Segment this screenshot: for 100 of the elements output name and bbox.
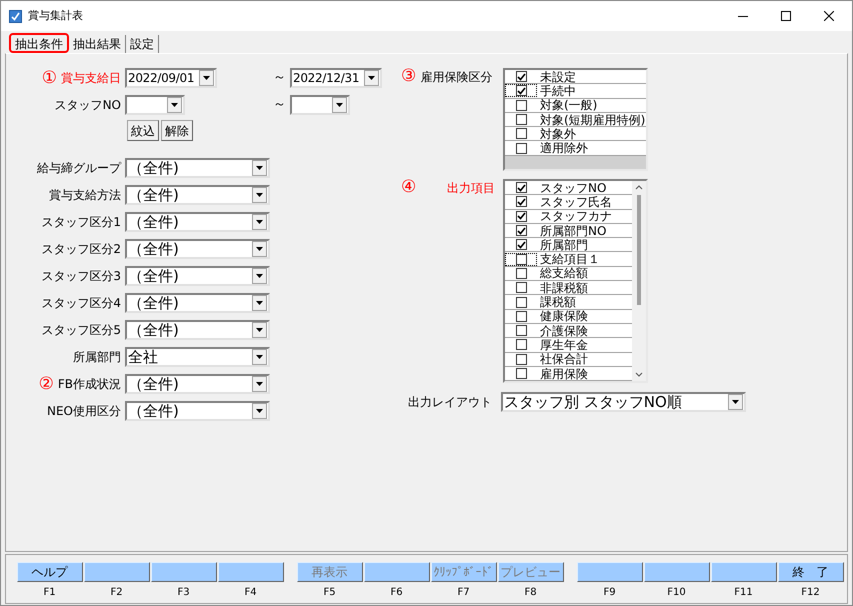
- maximize-icon[interactable]: [781, 11, 791, 21]
- checkbox[interactable]: [516, 310, 526, 322]
- checkbox[interactable]: [516, 210, 526, 222]
- close-icon[interactable]: [824, 11, 834, 21]
- range-separator: ～: [273, 69, 287, 88]
- function-key-button[interactable]: [710, 562, 776, 582]
- item-label: スタッフNO: [539, 182, 606, 194]
- list-item[interactable]: 社保合計: [505, 352, 632, 367]
- tab[interactable]: 抽出結果: [69, 35, 126, 53]
- item-label: 適用除外: [539, 142, 588, 154]
- item-label: 社保合計: [539, 353, 588, 366]
- function-key-button[interactable]: [576, 562, 642, 582]
- dropdown-field[interactable]: 2022/12/31: [290, 68, 382, 88]
- item-label: 対象外: [539, 128, 576, 140]
- scroll-thumb[interactable]: [637, 195, 641, 305]
- checkbox[interactable]: [516, 142, 526, 154]
- list-item[interactable]: 総支給額: [505, 266, 632, 282]
- function-key-button[interactable]: [218, 562, 284, 582]
- function-key-label: F11: [734, 586, 753, 600]
- list-item[interactable]: スタッフ氏名: [505, 195, 632, 210]
- list-item[interactable]: 介護保険: [505, 324, 632, 338]
- list-item[interactable]: 手続中: [505, 84, 646, 99]
- function-key-button[interactable]: [644, 562, 710, 582]
- checkbox[interactable]: [516, 268, 526, 279]
- dropdown-field[interactable]: スタッフ別 スタッフNO順: [501, 392, 746, 412]
- function-key-button[interactable]: [84, 562, 150, 582]
- checkbox[interactable]: [516, 225, 526, 236]
- item-label: 課税額: [539, 296, 576, 308]
- list-item[interactable]: 支給項目１: [505, 252, 632, 267]
- list-item[interactable]: 健康保険: [505, 310, 632, 324]
- dropdown-field[interactable]: （全件): [125, 239, 270, 259]
- function-key-label: F9: [603, 586, 616, 600]
- item-label: 健康保険: [539, 310, 588, 322]
- checkbox[interactable]: [516, 239, 526, 250]
- list-item[interactable]: スタッフカナ: [505, 210, 632, 224]
- checkbox[interactable]: [516, 196, 526, 208]
- checkbox[interactable]: [516, 282, 526, 294]
- list-item[interactable]: 所属部門NO: [505, 224, 632, 238]
- list-item[interactable]: 未設定: [505, 70, 646, 84]
- checkbox[interactable]: [516, 254, 526, 265]
- annotation-number: ②: [38, 376, 54, 392]
- function-key-label: F5: [323, 586, 336, 600]
- item-label: スタッフカナ: [539, 210, 612, 222]
- checkbox[interactable]: [516, 354, 526, 365]
- item-label: 対象(短期雇用特例): [539, 114, 646, 126]
- item-label: 所属部門: [539, 238, 588, 251]
- filter-button[interactable]: 紋込: [127, 120, 159, 141]
- field-label: FB作成状況: [58, 376, 121, 393]
- function-key-button[interactable]: [150, 562, 216, 582]
- app-icon: [9, 10, 22, 22]
- function-key-label: F3: [177, 586, 190, 600]
- function-key-button[interactable]: [364, 562, 430, 582]
- scrollbar[interactable]: [632, 181, 646, 381]
- checkbox[interactable]: [516, 296, 526, 308]
- list-item[interactable]: 厚生年金: [505, 338, 632, 353]
- list-item[interactable]: 対象(一般): [505, 98, 646, 113]
- item-label: 所属部門NO: [539, 224, 606, 237]
- annotation-number: ④: [401, 179, 416, 196]
- checkbox[interactable]: [516, 325, 526, 336]
- checkbox[interactable]: [516, 85, 526, 96]
- list-item[interactable]: 非課税額: [505, 281, 632, 296]
- list-item[interactable]: 課税額: [505, 295, 632, 310]
- dropdown-field[interactable]: （全件): [125, 158, 270, 178]
- function-key-button[interactable]: 終 了: [778, 562, 844, 582]
- field-label: スタッフNO: [54, 97, 121, 114]
- checkbox[interactable]: [516, 128, 526, 140]
- function-key-label: F2: [110, 586, 123, 600]
- function-key-button[interactable]: ヘルプ: [16, 562, 82, 582]
- dropdown-field[interactable]: （全件): [125, 185, 270, 205]
- checkbox[interactable]: [516, 100, 526, 111]
- dropdown-field[interactable]: 全社: [125, 347, 270, 367]
- annotation-number: ①: [42, 70, 57, 86]
- list-item[interactable]: 対象(短期雇用特例): [505, 112, 646, 128]
- checkbox[interactable]: [516, 71, 526, 82]
- dropdown-field[interactable]: [290, 95, 350, 115]
- filter-button[interactable]: 解除: [161, 120, 193, 141]
- dropdown-field[interactable]: 2022/09/01: [125, 68, 217, 88]
- checkbox[interactable]: [516, 368, 526, 379]
- dropdown-field[interactable]: （全件): [125, 320, 270, 340]
- checkbox[interactable]: [516, 114, 526, 126]
- list-item[interactable]: 雇用保険: [505, 366, 632, 382]
- function-key-label: F7: [457, 586, 470, 600]
- field-label: 賞与支給日: [61, 70, 121, 87]
- dropdown-field[interactable]: [125, 95, 185, 115]
- dropdown-field[interactable]: （全件): [125, 266, 270, 286]
- checkbox[interactable]: [516, 339, 526, 350]
- function-key-label: F8: [524, 586, 537, 600]
- range-separator: ～: [273, 96, 287, 114]
- list-item[interactable]: 適用除外: [505, 141, 646, 156]
- dropdown-field[interactable]: （全件): [125, 374, 270, 394]
- dropdown-field[interactable]: （全件): [125, 401, 270, 421]
- dropdown-field[interactable]: （全件): [125, 212, 270, 232]
- list-item[interactable]: 所属部門: [505, 238, 632, 252]
- tab[interactable]: 設定: [126, 35, 159, 53]
- tab[interactable]: 抽出条件: [9, 33, 69, 53]
- checkbox[interactable]: [516, 182, 526, 194]
- dropdown-field[interactable]: （全件): [125, 293, 270, 313]
- field-label: 給与締グループ: [37, 160, 121, 177]
- list-item[interactable]: 対象外: [505, 127, 646, 142]
- list-item[interactable]: スタッフNO: [505, 181, 632, 196]
